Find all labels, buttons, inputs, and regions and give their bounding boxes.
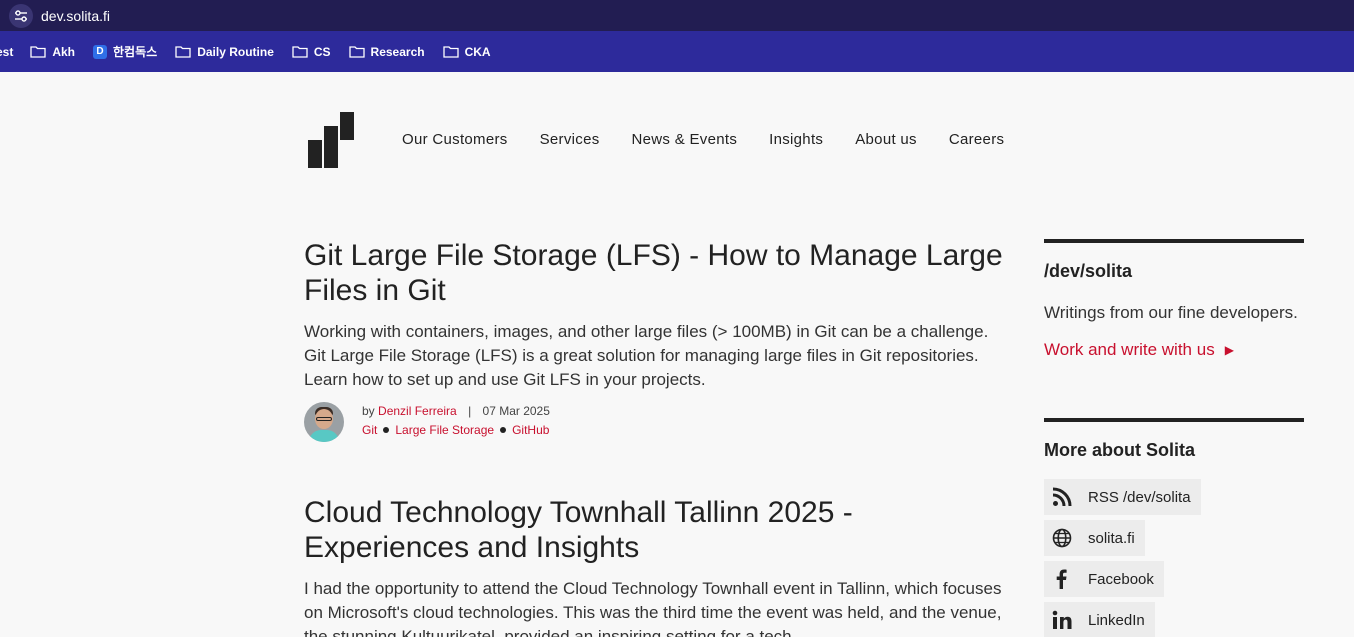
article-title[interactable]: Cloud Technology Townhall Tallinn 2025 -…: [304, 495, 1004, 565]
work-and-write-link[interactable]: Work and write with us ▶: [1044, 340, 1304, 360]
nav-our-customers[interactable]: Our Customers: [402, 131, 508, 148]
folder-icon: [30, 46, 46, 58]
bookmark-label: 한컴독스: [113, 45, 158, 59]
tag-separator-dot: [383, 427, 390, 433]
article-title[interactable]: Git Large File Storage (LFS) - How to Ma…: [304, 238, 1004, 308]
arrow-right-icon: ▶: [1224, 343, 1234, 357]
browser-address-bar[interactable]: dev.solita.fi: [0, 0, 1354, 31]
author-avatar: [304, 402, 344, 442]
blog-title: /dev/solita: [1044, 261, 1133, 281]
nav-news-events[interactable]: News & Events: [632, 131, 738, 148]
bookmark-label: Akh: [52, 44, 76, 59]
tag-link[interactable]: Large File Storage: [395, 423, 494, 437]
solita-logo[interactable]: [308, 112, 354, 168]
tag-separator-dot: [500, 427, 507, 433]
folder-icon: [348, 46, 365, 58]
article-card: Git Large File Storage (LFS) - How to Ma…: [304, 238, 1004, 442]
bookmark-cs[interactable]: CS: [292, 45, 331, 59]
more-about-heading: More about Solita: [1044, 440, 1196, 460]
globe-icon: [1052, 528, 1072, 548]
app-d-icon: D: [93, 44, 108, 59]
rss-link[interactable]: RSS /dev/solita: [1044, 479, 1201, 515]
article-summary: I had the opportunity to attend the Clou…: [304, 579, 1002, 637]
nav-careers[interactable]: Careers: [949, 131, 1004, 148]
nav-insights[interactable]: Insights: [769, 131, 823, 148]
blog-description: Writings from our fine developers.: [1044, 303, 1298, 322]
link-label: LinkedIn: [1088, 611, 1145, 629]
bookmarks-bar: est Akh D 한컴독스 Daily Routine CS Research…: [0, 31, 1354, 72]
divider: [1044, 239, 1304, 243]
solita-fi-link[interactable]: solita.fi: [1044, 520, 1145, 556]
link-label: solita.fi: [1088, 529, 1135, 547]
bookmark-daily-routine[interactable]: Daily Routine: [175, 45, 274, 59]
bookmark-label: est: [0, 44, 14, 59]
article-summary: Working with containers, images, and oth…: [304, 322, 989, 389]
linkedin-link[interactable]: LinkedIn: [1044, 602, 1155, 637]
bookmark-hancom-docs[interactable]: D 한컴독스: [93, 43, 157, 60]
article-date: 07 Mar 2025: [482, 404, 550, 418]
divider: [1044, 418, 1304, 422]
tag-link[interactable]: GitHub: [512, 423, 549, 437]
bookmark-label: Daily Routine: [197, 44, 274, 59]
sidebar-more-about: More about Solita RSS /dev/solita solita…: [1044, 418, 1304, 637]
rss-icon: [1052, 487, 1072, 507]
facebook-icon: [1052, 569, 1072, 589]
nav-about-us[interactable]: About us: [855, 131, 917, 148]
linkedin-icon: [1052, 610, 1072, 630]
bookmark-akh[interactable]: Akh: [30, 45, 75, 59]
bookmark-label: CKA: [464, 44, 491, 59]
bookmark-label: CS: [313, 44, 331, 59]
main-nav: Our Customers Services News & Events Ins…: [402, 131, 1036, 148]
folder-icon: [175, 46, 191, 58]
tag-link[interactable]: Git: [362, 423, 377, 437]
folder-icon: [442, 46, 459, 58]
link-label: Facebook: [1088, 570, 1154, 588]
by-label: by: [362, 404, 375, 418]
site-info-icon[interactable]: [9, 3, 33, 28]
cta-label: Work and write with us: [1044, 340, 1215, 359]
folder-icon: [292, 46, 308, 58]
url-text[interactable]: dev.solita.fi: [41, 8, 110, 24]
facebook-link[interactable]: Facebook: [1044, 561, 1164, 597]
bookmark-cka[interactable]: CKA: [442, 44, 491, 59]
bookmark-est[interactable]: est: [0, 45, 13, 59]
link-label: RSS /dev/solita: [1088, 488, 1191, 506]
article-meta: by Denzil Ferreira | 07 Mar 2025 Git Larg…: [304, 402, 1004, 442]
sidebar-blog-info: /dev/solita Writings from our fine devel…: [1044, 239, 1304, 360]
article-card: Cloud Technology Townhall Tallinn 2025 -…: [304, 495, 1004, 637]
nav-services[interactable]: Services: [540, 131, 600, 148]
meta-separator: |: [468, 404, 472, 418]
bookmark-label: Research: [370, 44, 425, 59]
author-link[interactable]: Denzil Ferreira: [378, 404, 457, 418]
bookmark-research[interactable]: Research: [348, 44, 425, 59]
